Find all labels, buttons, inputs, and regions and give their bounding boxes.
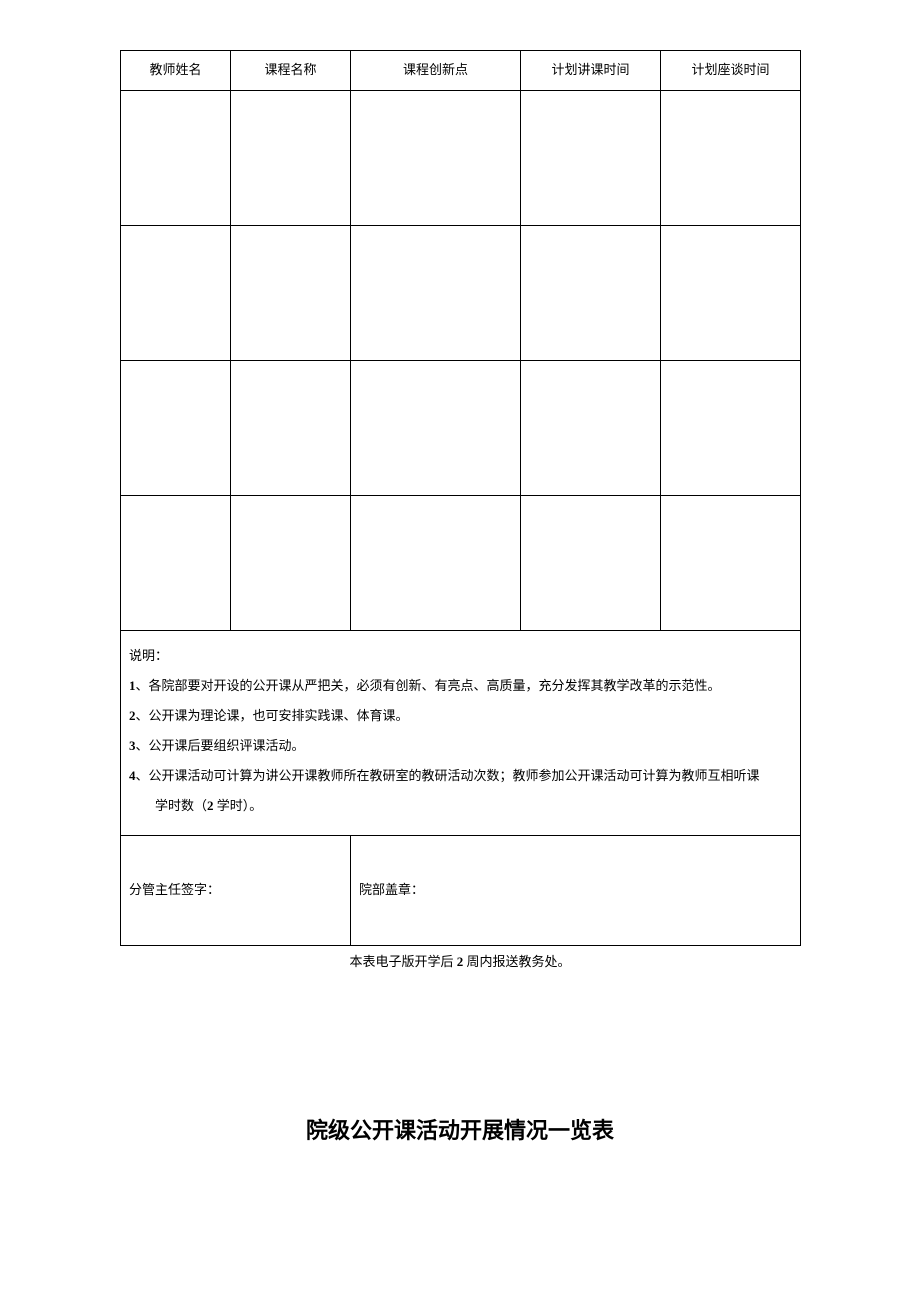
cell-innovation xyxy=(351,496,521,631)
cell-course xyxy=(231,361,351,496)
cell-discussion-time xyxy=(661,91,801,226)
cell-lecture-time xyxy=(521,91,661,226)
cell-teacher xyxy=(121,91,231,226)
cell-lecture-time xyxy=(521,361,661,496)
note-1: 1、各院部要对开设的公开课从严把关，必须有创新、有亮点、高质量，充分发挥其教学改… xyxy=(129,673,792,699)
cell-teacher xyxy=(121,361,231,496)
cell-discussion-time xyxy=(661,361,801,496)
cell-lecture-time xyxy=(521,496,661,631)
cell-course xyxy=(231,226,351,361)
col-header-innovation: 课程创新点 xyxy=(351,51,521,91)
cell-lecture-time xyxy=(521,226,661,361)
col-header-course: 课程名称 xyxy=(231,51,351,91)
col-header-discussion-time: 计划座谈时间 xyxy=(661,51,801,91)
plan-table: 教师姓名 课程名称 课程创新点 计划讲课时间 计划座谈时间 xyxy=(120,50,801,946)
table-row xyxy=(121,361,801,496)
note-3: 3、公开课后要组织评课活动。 xyxy=(129,733,792,759)
cell-discussion-time xyxy=(661,496,801,631)
notes-cell: 说明： 1、各院部要对开设的公开课从严把关，必须有创新、有亮点、高质量，充分发挥… xyxy=(121,631,801,836)
table-header-row: 教师姓名 课程名称 课程创新点 计划讲课时间 计划座谈时间 xyxy=(121,51,801,91)
note-2: 2、公开课为理论课，也可安排实践课、体育课。 xyxy=(129,703,792,729)
cell-innovation xyxy=(351,226,521,361)
cell-teacher xyxy=(121,496,231,631)
note-4-cont: 学时数（2 学时）。 xyxy=(129,793,792,819)
table-row xyxy=(121,226,801,361)
col-header-teacher: 教师姓名 xyxy=(121,51,231,91)
table-row xyxy=(121,91,801,226)
table-row xyxy=(121,496,801,631)
footer-note: 本表电子版开学后 2 周内报送教务处。 xyxy=(120,952,800,973)
cell-innovation xyxy=(351,91,521,226)
page-title-2: 院级公开课活动开展情况一览表 xyxy=(120,1113,800,1148)
notes-title: 说明： xyxy=(129,643,792,669)
note-4: 4、公开课活动可计算为讲公开课教师所在教研室的教研活动次数；教师参加公开课活动可… xyxy=(129,763,792,789)
cell-teacher xyxy=(121,226,231,361)
cell-course xyxy=(231,91,351,226)
signature-right: 院部盖章： xyxy=(351,836,801,946)
notes-row: 说明： 1、各院部要对开设的公开课从严把关，必须有创新、有亮点、高质量，充分发挥… xyxy=(121,631,801,836)
cell-innovation xyxy=(351,361,521,496)
signature-left: 分管主任签字： xyxy=(121,836,351,946)
cell-course xyxy=(231,496,351,631)
signature-row: 分管主任签字： 院部盖章： xyxy=(121,836,801,946)
cell-discussion-time xyxy=(661,226,801,361)
col-header-lecture-time: 计划讲课时间 xyxy=(521,51,661,91)
